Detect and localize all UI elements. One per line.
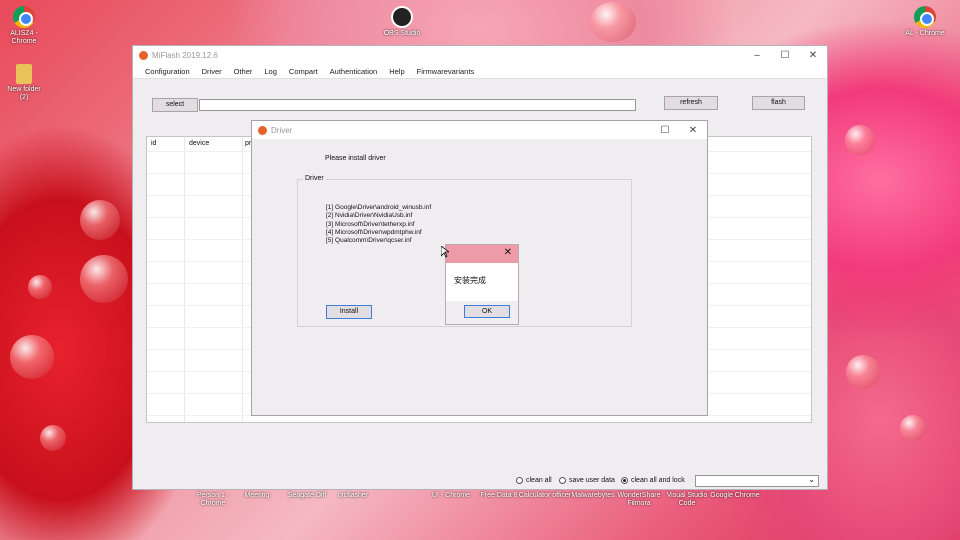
message-text: 安装完成 bbox=[446, 263, 518, 301]
desktop-shortcut[interactable]: Meeting bbox=[230, 492, 284, 500]
table-header-id: id bbox=[151, 140, 157, 147]
close-icon[interactable]: ✕ bbox=[679, 125, 707, 136]
desktop-icon-label: AL - Chrome bbox=[905, 30, 945, 37]
chrome-icon bbox=[13, 6, 35, 28]
menu-help[interactable]: Help bbox=[383, 67, 410, 76]
dialog-title: Driver bbox=[271, 125, 293, 135]
desktop-shortcut[interactable]: UI - Chrome bbox=[424, 492, 478, 500]
message-box-title-bar[interactable]: ✕ bbox=[446, 245, 518, 263]
driver-list: [1] Google\Driver\android_winusb.inf [2]… bbox=[326, 204, 431, 245]
radio-indicator[interactable] bbox=[621, 477, 628, 484]
driver-item: [1] Google\Driver\android_winusb.inf bbox=[326, 204, 432, 211]
water-drop bbox=[80, 200, 120, 240]
radio-clean-all[interactable]: clean all bbox=[516, 477, 552, 484]
maximize-icon[interactable]: ☐ bbox=[771, 50, 799, 61]
desktop-shortcut[interactable]: Calculator officer bbox=[518, 492, 572, 500]
minimize-icon[interactable]: – bbox=[743, 50, 771, 61]
desktop-shortcut[interactable]: Google Chrome bbox=[708, 492, 762, 500]
dialog-title-bar[interactable]: Driver ☐ ✕ bbox=[252, 121, 707, 139]
water-drop bbox=[10, 335, 54, 379]
path-input[interactable] bbox=[199, 99, 636, 111]
water-drop bbox=[846, 355, 880, 389]
desktop-shortcut[interactable]: otcflasher bbox=[326, 492, 380, 500]
flash-button[interactable]: flash bbox=[752, 96, 805, 110]
chevron-down-icon: ⌄ bbox=[808, 475, 815, 484]
radio-indicator[interactable] bbox=[516, 477, 523, 484]
mouse-cursor-icon bbox=[440, 245, 451, 258]
radio-label: save user data bbox=[569, 477, 615, 484]
menu-firmwarevariants[interactable]: Firmwarevariants bbox=[411, 67, 481, 76]
driver-item: [2] Nvidia\Driver\NvidiaUsb.inf bbox=[326, 212, 413, 220]
desktop-icon-chrome[interactable]: ALISZ4 - Chrome bbox=[0, 6, 54, 46]
menu-compart[interactable]: Compart bbox=[283, 67, 324, 76]
water-drop bbox=[590, 2, 636, 42]
table-column bbox=[185, 137, 243, 422]
radio-label: clean all and lock bbox=[631, 477, 685, 484]
desktop-icon-label: ALISZ4 - Chrome bbox=[10, 30, 38, 45]
desktop-bottom-icons: Person 1 - Chrome Meeting Seagate Diff o… bbox=[190, 492, 770, 520]
desktop-icon-chrome-2[interactable]: AL - Chrome bbox=[895, 6, 955, 38]
menu-log[interactable]: Log bbox=[258, 67, 283, 76]
menu-configuration[interactable]: Configuration bbox=[139, 67, 196, 76]
driver-item: [3] Microsoft\Driver\tetherxp.inf bbox=[326, 220, 415, 228]
options-dropdown[interactable]: ⌄ bbox=[695, 475, 819, 487]
radio-save-user-data[interactable]: save user data bbox=[559, 477, 615, 484]
chrome-icon bbox=[914, 6, 936, 28]
menu-bar: Configuration Driver Other Log Compart A… bbox=[133, 64, 827, 79]
water-drop bbox=[80, 255, 128, 303]
water-drop bbox=[900, 415, 926, 441]
table-column bbox=[147, 137, 185, 422]
select-button[interactable]: select bbox=[152, 98, 198, 112]
refresh-button[interactable]: refresh bbox=[664, 96, 718, 110]
ok-button[interactable]: OK bbox=[464, 305, 510, 318]
desktop-icon-label: OBS Studio bbox=[383, 30, 421, 37]
title-bar[interactable]: MiFlash 2019.12.6 – ☐ ✕ bbox=[133, 46, 827, 64]
status-bar: clean all save user data clean all and l… bbox=[133, 473, 827, 489]
desktop-icon-label: New folder (2) bbox=[7, 86, 41, 101]
driver-item: [5] Qualcomm\Driver\qcser.inf bbox=[326, 237, 412, 245]
radio-clean-all-lock[interactable]: clean all and lock bbox=[621, 477, 685, 484]
desktop-icon-folder[interactable]: New folder (2) bbox=[0, 64, 54, 102]
desktop-shortcut[interactable]: WonderShare Filmora bbox=[612, 492, 666, 508]
menu-driver[interactable]: Driver bbox=[196, 67, 228, 76]
miflash-app-icon bbox=[139, 50, 148, 60]
install-message: Please install driver bbox=[325, 155, 386, 162]
close-icon[interactable]: ✕ bbox=[799, 50, 827, 61]
radio-label: clean all bbox=[526, 477, 552, 484]
install-button[interactable]: Install bbox=[326, 305, 372, 319]
folder-icon bbox=[16, 64, 32, 84]
water-drop bbox=[40, 425, 66, 451]
obs-icon bbox=[391, 6, 413, 28]
water-drop bbox=[28, 275, 52, 299]
close-icon[interactable]: ✕ bbox=[504, 247, 512, 258]
desktop-icon-obs[interactable]: OBS Studio bbox=[372, 6, 432, 38]
window-title: MiFlash 2019.12.6 bbox=[152, 50, 218, 60]
miflash-app-icon bbox=[258, 125, 267, 135]
water-drop bbox=[845, 125, 875, 155]
driver-group-label: Driver bbox=[303, 175, 326, 182]
menu-authentication[interactable]: Authentication bbox=[324, 67, 384, 76]
driver-item: [4] Microsoft\Driver\wpdmtphw.inf bbox=[326, 228, 422, 236]
desktop-shortcut[interactable]: Visual Studio Code bbox=[660, 492, 714, 508]
radio-indicator[interactable] bbox=[559, 477, 566, 484]
message-box: ✕ 安装完成 OK bbox=[445, 244, 519, 325]
menu-other[interactable]: Other bbox=[228, 67, 259, 76]
maximize-icon[interactable]: ☐ bbox=[651, 125, 679, 136]
table-header-device: device bbox=[189, 140, 210, 147]
